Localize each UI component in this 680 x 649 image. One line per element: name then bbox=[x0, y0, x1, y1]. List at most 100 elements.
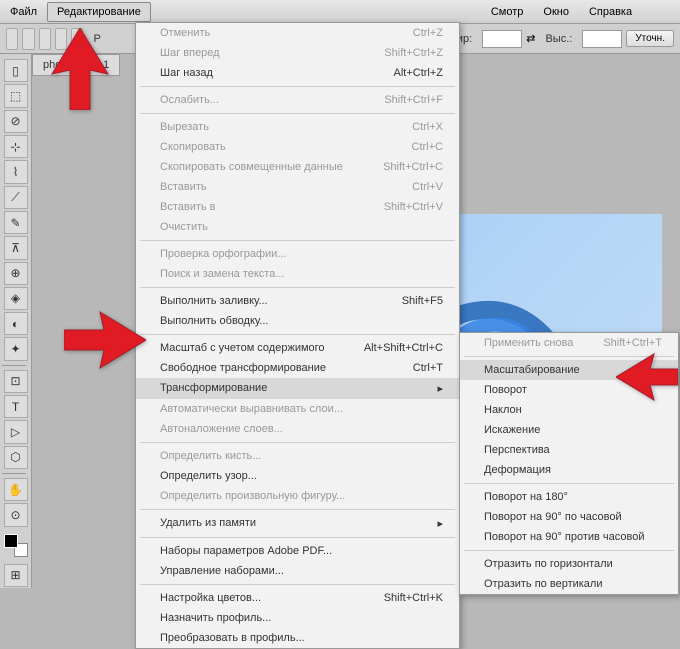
menu-item: Определить кисть... bbox=[136, 446, 459, 466]
submenu-item[interactable]: Отразить по вертикали bbox=[460, 574, 678, 594]
height-input[interactable] bbox=[582, 30, 622, 48]
eraser-tool-icon[interactable]: ◈ bbox=[4, 287, 28, 310]
menu-item: ВставитьCtrl+V bbox=[136, 177, 459, 197]
menu-shortcut: Shift+Ctrl+V bbox=[384, 201, 443, 213]
menu-edit[interactable]: Редактирование bbox=[47, 2, 151, 22]
wand-tool-icon[interactable]: ⊹ bbox=[4, 135, 28, 158]
menu-item-label: Определить узор... bbox=[160, 470, 257, 482]
stamp-tool-icon[interactable]: ⊼ bbox=[4, 236, 28, 259]
menu-item-label: Вставить bbox=[160, 181, 207, 193]
menu-separator bbox=[140, 509, 455, 510]
menu-item-label: Шаг назад bbox=[160, 67, 213, 79]
foreground-color-swatch[interactable] bbox=[4, 534, 18, 548]
menu-item-label: Наборы параметров Adobe PDF... bbox=[160, 545, 332, 557]
menu-separator bbox=[140, 287, 455, 288]
menu-item-label: Скопировать совмещенные данные bbox=[160, 161, 343, 173]
menu-item-label: Проверка орфографии... bbox=[160, 248, 286, 260]
swap-icon[interactable]: ⇄ bbox=[526, 32, 535, 45]
menu-shortcut: Alt+Ctrl+Z bbox=[393, 67, 443, 79]
hand-tool-icon[interactable]: ✋ bbox=[4, 478, 28, 501]
submenu-item[interactable]: Перспектива bbox=[460, 440, 678, 460]
menu-item-label: Отменить bbox=[160, 27, 210, 39]
menu-item[interactable]: Наборы параметров Adobe PDF... bbox=[136, 541, 459, 561]
move-tool-icon[interactable]: ▯ bbox=[4, 59, 28, 82]
menu-item[interactable]: Управление наборами... bbox=[136, 561, 459, 581]
quickmask-tool-icon[interactable]: ⊞ bbox=[4, 564, 28, 587]
menu-item[interactable]: Удалить из памяти ▸ bbox=[136, 513, 459, 534]
submenu-item[interactable]: Поворот на 180° bbox=[460, 487, 678, 507]
menu-item: Автоматически выравнивать слои... bbox=[136, 399, 459, 419]
annotation-arrow-icon bbox=[64, 310, 146, 373]
lasso-tool-icon[interactable]: ⊘ bbox=[4, 110, 28, 133]
menu-shortcut: Shift+Ctrl+T bbox=[603, 337, 662, 349]
menu-item-label: Выполнить обводку... bbox=[160, 315, 268, 327]
menu-item-label: Шаг вперед bbox=[160, 47, 220, 59]
menu-file[interactable]: Файл bbox=[0, 2, 47, 22]
menu-item[interactable]: Масштаб с учетом содержимогоAlt+Shift+Ct… bbox=[136, 338, 459, 358]
annotation-arrow-icon bbox=[50, 28, 110, 113]
menu-item[interactable]: Преобразовать в профиль... bbox=[136, 628, 459, 648]
menu-help[interactable]: Справка bbox=[579, 2, 642, 22]
menu-shortcut: Shift+Ctrl+K bbox=[384, 592, 443, 604]
submenu-item[interactable]: Деформация bbox=[460, 460, 678, 480]
menu-item-label: Назначить профиль... bbox=[160, 612, 271, 624]
color-swatches[interactable] bbox=[4, 534, 28, 557]
submenu-item[interactable]: Искажение bbox=[460, 420, 678, 440]
menu-item: Скопировать совмещенные данные Shift+Ctrl… bbox=[136, 157, 459, 177]
menu-item[interactable]: Выполнить заливку... Shift+F5 bbox=[136, 291, 459, 311]
menu-item[interactable]: Выполнить обводку... bbox=[136, 311, 459, 331]
menu-view[interactable]: Смотр bbox=[481, 2, 534, 22]
marquee-tool-icon[interactable]: ⬚ bbox=[4, 84, 28, 107]
submenu-item[interactable]: Поворот на 90° против часовой bbox=[460, 527, 678, 547]
submenu-item-label: Перспектива bbox=[484, 444, 550, 456]
eyedropper-tool-icon[interactable]: ⟋ bbox=[4, 186, 28, 209]
submenu-arrow-icon: ▸ bbox=[427, 382, 443, 395]
menu-item: Автоналожение слоев... bbox=[136, 419, 459, 439]
menu-item-label: Настройка цветов... bbox=[160, 592, 261, 604]
marquee-mode-button[interactable] bbox=[22, 28, 34, 50]
width-input[interactable] bbox=[482, 30, 522, 48]
menu-item[interactable]: Трансформирование▸ bbox=[136, 378, 459, 399]
menu-item[interactable]: Настройка цветов... Shift+Ctrl+K bbox=[136, 588, 459, 608]
menu-item-label: Выполнить заливку... bbox=[160, 295, 268, 307]
menu-item: ВырезатьCtrl+X bbox=[136, 117, 459, 137]
submenu-item-label: Деформация bbox=[484, 464, 551, 476]
menu-item-label: Преобразовать в профиль... bbox=[160, 632, 305, 644]
tool-preset-button[interactable] bbox=[6, 28, 18, 50]
menu-separator bbox=[464, 550, 674, 551]
tools-panel: ▯ ⬚ ⊘ ⊹ ⌇ ⟋ ✎ ⊼ ⊕ ◈ ◐ ✦ ⊡ T ▷ ⬡ ✋ ⊙ ⊞ bbox=[0, 54, 32, 588]
blur-tool-icon[interactable]: ✦ bbox=[4, 337, 28, 360]
refine-button[interactable]: Уточн. bbox=[626, 30, 674, 47]
menu-item-label: Вставить в bbox=[160, 201, 216, 213]
menu-item[interactable]: Свободное трансформированиеCtrl+T bbox=[136, 358, 459, 378]
menu-item[interactable]: Шаг назад Alt+Ctrl+Z bbox=[136, 63, 459, 83]
submenu-item[interactable]: Отразить по горизонтали bbox=[460, 554, 678, 574]
menu-item: Определить произвольную фигуру... bbox=[136, 486, 459, 506]
submenu-arrow-icon: ▸ bbox=[427, 517, 443, 530]
crop-tool-icon[interactable]: ⌇ bbox=[4, 160, 28, 183]
menu-shortcut: Ctrl+X bbox=[412, 121, 443, 133]
zoom-tool-icon[interactable]: ⊙ bbox=[4, 503, 28, 526]
menubar: Файл Редактирование Смотр Окно Справка bbox=[0, 0, 680, 24]
submenu-item[interactable]: Поворот на 90° по часовой bbox=[460, 507, 678, 527]
menu-item[interactable]: Назначить профиль... bbox=[136, 608, 459, 628]
menu-window[interactable]: Окно bbox=[533, 2, 579, 22]
brush-tool-icon[interactable]: ✎ bbox=[4, 211, 28, 234]
menu-item-label: Управление наборами... bbox=[160, 565, 284, 577]
type-tool-icon[interactable]: T bbox=[4, 395, 28, 418]
heal-tool-icon[interactable]: ⊕ bbox=[4, 262, 28, 285]
menu-shortcut: Shift+F5 bbox=[402, 295, 443, 307]
annotation-arrow-icon bbox=[616, 352, 678, 405]
menu-item[interactable]: Определить узор... bbox=[136, 466, 459, 486]
menu-item: Вставить в Shift+Ctrl+V bbox=[136, 197, 459, 217]
menu-item-label: Поиск и замена текста... bbox=[160, 268, 285, 280]
menu-item-label: Удалить из памяти bbox=[160, 517, 256, 530]
gradient-tool-icon[interactable]: ◐ bbox=[4, 312, 28, 335]
submenu-item-label: Искажение bbox=[484, 424, 540, 436]
submenu-item-label: Поворот на 180° bbox=[484, 491, 568, 503]
menu-shortcut: Shift+Ctrl+C bbox=[383, 161, 443, 173]
path-tool-icon[interactable]: ▷ bbox=[4, 420, 28, 443]
pen-tool-icon[interactable]: ⊡ bbox=[4, 370, 28, 393]
shape-tool-icon[interactable]: ⬡ bbox=[4, 446, 28, 469]
menu-item: Проверка орфографии... bbox=[136, 244, 459, 264]
